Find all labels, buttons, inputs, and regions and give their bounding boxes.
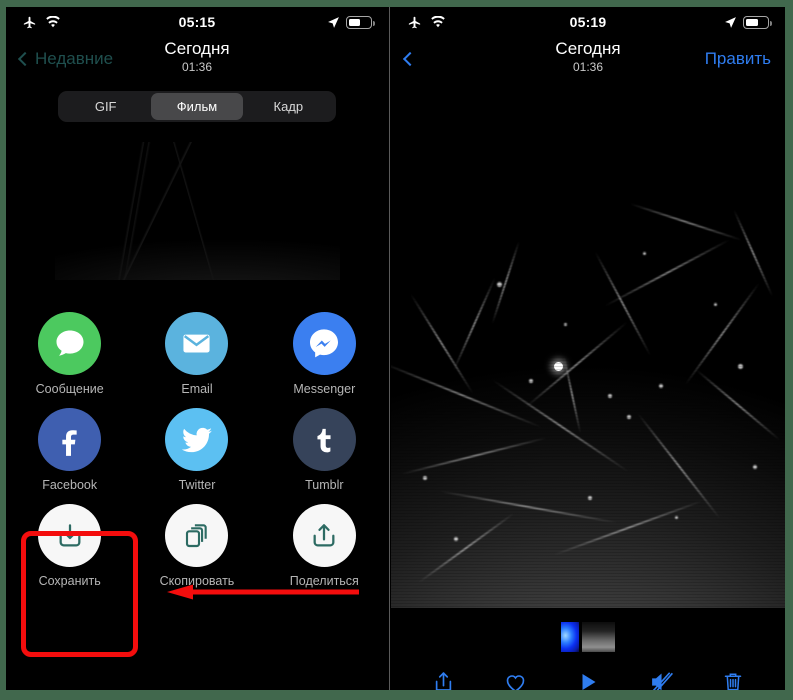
video-preview-thumbnail[interactable] bbox=[54, 142, 340, 280]
left-phone-screen: 05:15 Недавние Сегодня 01:36 GIF Фильм К… bbox=[6, 7, 388, 690]
share-item-label: Messenger bbox=[293, 382, 356, 396]
play-button[interactable] bbox=[576, 669, 600, 690]
share-button[interactable] bbox=[431, 669, 456, 690]
share-item-label: Facebook bbox=[42, 478, 98, 492]
clip-filmstrip[interactable] bbox=[391, 620, 785, 654]
right-phone-screen: 05:19 Сегодня 01:36 Править bbox=[391, 7, 785, 690]
mode-segmented-control[interactable]: GIF Фильм Кадр bbox=[58, 91, 336, 122]
play-icon bbox=[582, 674, 596, 690]
wifi-icon bbox=[430, 15, 446, 29]
video-frame bbox=[391, 99, 785, 608]
segmented-control-wrap: GIF Фильм Кадр bbox=[6, 81, 388, 122]
status-left-icons bbox=[22, 15, 61, 30]
status-left-icons bbox=[407, 15, 446, 30]
favorite-button[interactable] bbox=[503, 670, 528, 690]
screenshot-root: 05:15 Недавние Сегодня 01:36 GIF Фильм К… bbox=[0, 0, 793, 700]
segment-option-gif[interactable]: GIF bbox=[60, 93, 151, 120]
airplane-mode-icon bbox=[22, 15, 37, 30]
light-specks-overlay bbox=[391, 99, 785, 608]
video-player-surface[interactable] bbox=[391, 81, 785, 620]
left-nav-bar: Недавние Сегодня 01:36 bbox=[6, 37, 388, 81]
share-item-label: Скопировать bbox=[159, 574, 235, 588]
share-item-label: Tumblr bbox=[305, 478, 344, 492]
chevron-left-icon bbox=[402, 51, 418, 67]
tumblr-icon bbox=[292, 408, 356, 471]
twitter-icon bbox=[165, 408, 229, 471]
share-item-messenger[interactable]: Messenger bbox=[261, 300, 388, 396]
wifi-icon bbox=[45, 15, 61, 29]
speaker-muted-icon bbox=[651, 672, 673, 690]
share-item-label: Twitter bbox=[178, 478, 216, 492]
clip-thumbnail[interactable] bbox=[561, 622, 579, 652]
share-item-label: Сообщение bbox=[35, 382, 104, 396]
share-item-label: Сохранить bbox=[38, 574, 101, 588]
share-item-email[interactable]: Email bbox=[133, 300, 260, 396]
mail-icon bbox=[165, 312, 229, 375]
share-row-3: Сохранить Скопировать Поделиться bbox=[6, 492, 388, 588]
delete-button[interactable] bbox=[721, 669, 745, 690]
bright-point-light bbox=[554, 362, 563, 371]
share-upload-icon bbox=[435, 671, 452, 690]
share-row-1: Сообщение Email Messenger bbox=[6, 300, 388, 396]
messenger-icon bbox=[292, 312, 356, 375]
copy-icon bbox=[165, 504, 229, 567]
share-item-save[interactable]: Сохранить bbox=[6, 492, 133, 588]
trash-icon bbox=[724, 673, 742, 690]
facebook-icon bbox=[38, 408, 102, 471]
battery-icon bbox=[346, 15, 375, 29]
segment-option-frame[interactable]: Кадр bbox=[243, 93, 334, 120]
segment-option-film[interactable]: Фильм bbox=[151, 93, 243, 120]
share-upload-icon bbox=[292, 504, 356, 567]
back-label: Недавние bbox=[35, 49, 114, 68]
left-status-bar: 05:15 bbox=[6, 7, 388, 37]
share-item-twitter[interactable]: Twitter bbox=[133, 396, 260, 492]
mute-button[interactable] bbox=[648, 669, 674, 690]
edit-button[interactable]: Править bbox=[705, 49, 771, 69]
back-to-recents-button[interactable]: Недавние bbox=[17, 49, 114, 69]
clip-thumbnail[interactable] bbox=[582, 622, 615, 652]
status-right-icons bbox=[327, 15, 375, 29]
messages-icon bbox=[38, 312, 102, 375]
share-item-tumblr[interactable]: Tumblr bbox=[261, 396, 388, 492]
battery-icon bbox=[743, 15, 772, 29]
share-item-messages[interactable]: Сообщение bbox=[6, 300, 133, 396]
share-item-facebook[interactable]: Facebook bbox=[6, 396, 133, 492]
share-item-label: Email bbox=[181, 382, 213, 396]
player-toolbar bbox=[391, 654, 785, 690]
share-item-label: Поделиться bbox=[289, 574, 359, 588]
airplane-mode-icon bbox=[407, 15, 422, 30]
right-nav-bar: Сегодня 01:36 Править bbox=[391, 37, 785, 81]
share-row-2: Facebook Twitter Tumblr bbox=[6, 396, 388, 492]
right-status-bar: 05:19 bbox=[391, 7, 785, 37]
chevron-left-icon bbox=[17, 51, 33, 67]
location-arrow-icon bbox=[327, 16, 340, 29]
back-button[interactable] bbox=[402, 51, 418, 67]
status-right-icons bbox=[724, 15, 772, 29]
share-sheet-grid: Сообщение Email Messenger Facebook Twitt… bbox=[6, 300, 388, 588]
heart-icon bbox=[507, 674, 525, 690]
share-item-share[interactable]: Поделиться bbox=[261, 492, 388, 588]
save-download-icon bbox=[38, 504, 102, 567]
share-item-copy[interactable]: Скопировать bbox=[133, 492, 260, 588]
location-arrow-icon bbox=[724, 16, 737, 29]
